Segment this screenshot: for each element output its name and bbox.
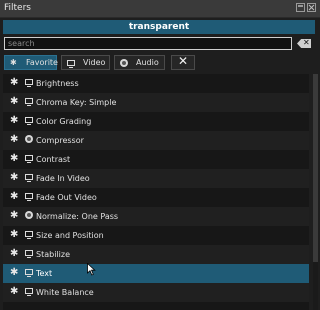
filter-item-fade-out-video[interactable]: ✱ Fade Out Video — [3, 188, 309, 207]
filter-name: Size and Position — [36, 231, 104, 240]
tab-favorite[interactable]: ✱ Favorite — [4, 55, 58, 70]
filter-name: Compressor — [36, 136, 84, 145]
star-icon: ✱ — [10, 153, 19, 164]
filter-list: ✱ Brightness ✱ Chroma Key: Simple ✱ Colo… — [3, 74, 309, 310]
filter-name: Fade In Video — [36, 174, 90, 183]
star-icon: ✱ — [10, 134, 19, 145]
close-icon: ✕ — [178, 54, 189, 68]
filter-item-contrast[interactable]: ✱ Contrast — [3, 150, 309, 169]
filter-item-normalize[interactable]: ✱ Normalize: One Pass — [3, 207, 309, 226]
monitor-icon — [25, 117, 33, 125]
star-icon: ✱ — [10, 229, 19, 240]
monitor-icon — [25, 155, 33, 163]
filter-name: Brightness — [36, 79, 79, 88]
star-icon: ✱ — [10, 96, 19, 107]
clear-search-icon[interactable]: ✕ — [297, 39, 311, 48]
star-icon: ✱ — [10, 248, 19, 259]
star-icon: ✱ — [10, 286, 19, 297]
filter-item-white-balance[interactable]: ✱ White Balance — [3, 283, 309, 302]
panel-title: Filters — [4, 3, 31, 13]
scrollbar-thumb[interactable] — [313, 74, 318, 262]
filter-item-chroma-key[interactable]: ✱ Chroma Key: Simple — [3, 93, 309, 112]
panel-titlebar: Filters — [0, 0, 320, 18]
filter-name: Normalize: One Pass — [36, 212, 119, 221]
monitor-icon — [25, 250, 33, 258]
star-icon: ✱ — [10, 77, 19, 88]
filter-item-brightness[interactable]: ✱ Brightness — [3, 74, 309, 93]
monitor-icon — [25, 79, 33, 87]
star-icon: ✱ — [10, 172, 19, 183]
monitor-icon — [25, 231, 33, 239]
monitor-icon — [25, 174, 33, 182]
speaker-icon — [25, 135, 33, 144]
close-panel-icon[interactable] — [307, 3, 316, 12]
tab-video[interactable]: Video — [61, 55, 110, 70]
list-scrollbar[interactable] — [313, 74, 318, 310]
monitor-icon — [67, 60, 75, 68]
filter-item-compressor[interactable]: ✱ Compressor — [3, 131, 309, 150]
search-input[interactable]: search — [4, 37, 292, 50]
monitor-icon — [25, 269, 33, 277]
monitor-icon — [25, 193, 33, 201]
filter-item-fade-in-video[interactable]: ✱ Fade In Video — [3, 169, 309, 188]
filter-name: Stabilize — [36, 250, 70, 259]
filter-item-stabilize[interactable]: ✱ Stabilize — [3, 245, 309, 264]
filter-name: Fade Out Video — [36, 193, 97, 202]
monitor-icon — [25, 288, 33, 296]
float-icon[interactable] — [296, 3, 305, 12]
close-filter-button[interactable]: ✕ — [171, 55, 195, 70]
star-icon: ✱ — [10, 210, 19, 221]
search-placeholder: search — [8, 39, 35, 48]
filter-item-text[interactable]: ✱ Text — [3, 264, 309, 283]
filter-name: Contrast — [36, 155, 71, 164]
star-icon: ✱ — [10, 267, 19, 278]
speaker-icon — [25, 211, 33, 220]
tab-video-label: Video — [83, 58, 106, 67]
filter-name: Text — [36, 269, 53, 278]
filter-item-size-and-position[interactable]: ✱ Size and Position — [3, 226, 309, 245]
filter-item-color-grading[interactable]: ✱ Color Grading — [3, 112, 309, 131]
mouse-cursor-icon — [87, 263, 96, 276]
star-icon: ✱ — [10, 58, 17, 67]
filter-name: White Balance — [36, 288, 94, 297]
filter-name: Color Grading — [36, 117, 92, 126]
star-icon: ✱ — [10, 191, 19, 202]
speaker-icon — [120, 59, 128, 67]
filter-name: Chroma Key: Simple — [36, 98, 117, 107]
star-icon: ✱ — [10, 115, 19, 126]
monitor-icon — [25, 98, 33, 106]
tab-audio[interactable]: Audio — [114, 55, 165, 70]
tab-favorite-label: Favorite — [26, 58, 58, 67]
tab-audio-label: Audio — [136, 58, 159, 67]
current-clip-label: transparent — [3, 20, 315, 34]
